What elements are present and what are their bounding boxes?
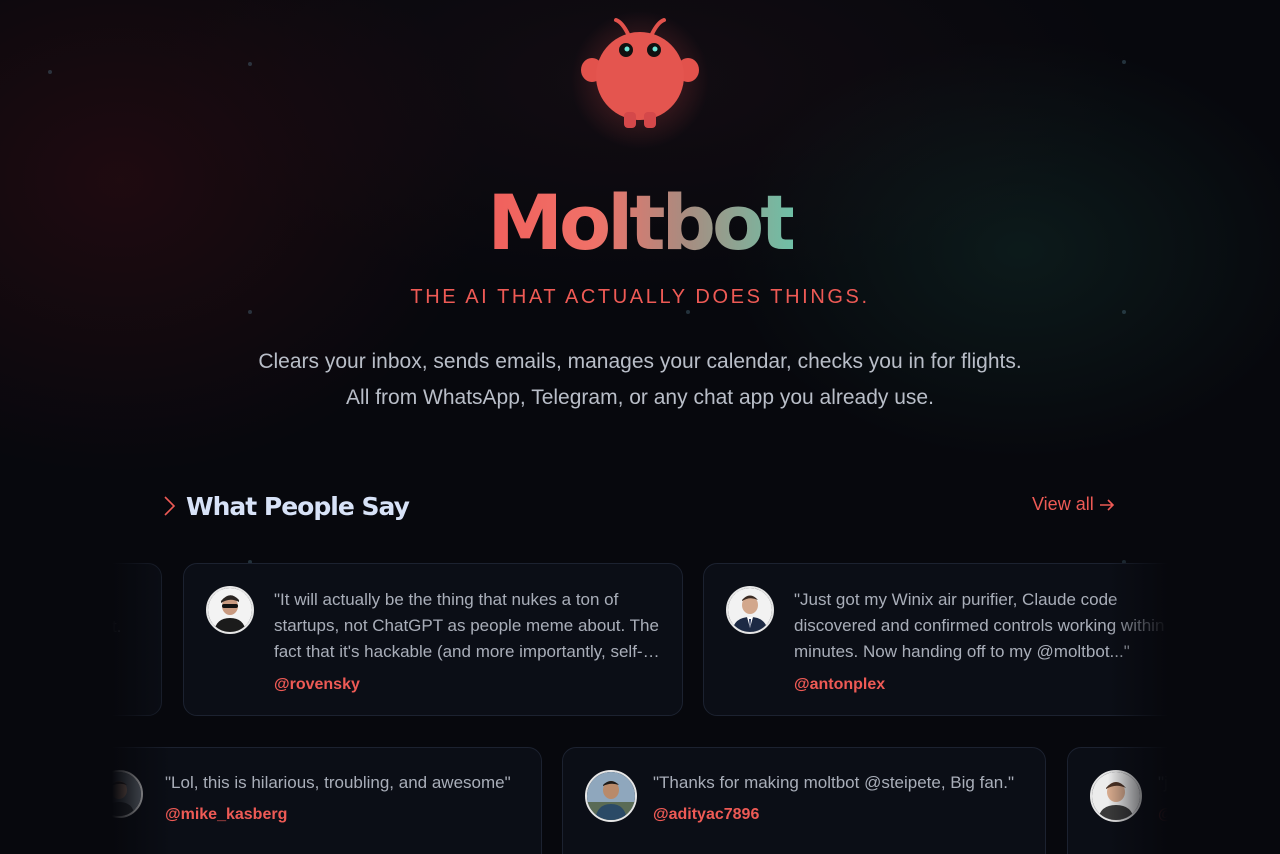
avatar: [112, 770, 143, 818]
testimonial-card[interactable]: "Just got my Winix air purifier, Claude …: [703, 563, 1168, 716]
testimonial-card[interactable]: "Lol, this is hilarious, troubling, and …: [112, 747, 542, 854]
testimonial-quote: "Thanks for making moltbot @steipete, Bi…: [653, 773, 1014, 792]
testimonials-header: What People Say: [160, 486, 410, 526]
grid-dot: [1122, 310, 1126, 314]
testimonial-card[interactable]: "Thanks for making moltbot @steipete, Bi…: [562, 747, 1046, 854]
testimonial-row: "Lol, this is hilarious, troubling, and …: [112, 744, 1168, 854]
view-all-link[interactable]: View all: [1032, 494, 1115, 515]
testimonial-handle[interactable]: @mike_kasberg: [165, 806, 287, 824]
mascot-logo-icon: [581, 18, 699, 128]
hero-description-line: All from WhatsApp, Telegram, or any chat…: [346, 386, 934, 409]
avatar: [585, 770, 637, 822]
avatar: [206, 586, 254, 634]
grid-dot: [1122, 60, 1126, 64]
testimonial-card[interactable]: ineat.r...: [112, 563, 162, 716]
testimonial-handle[interactable]: @antonplex: [794, 676, 885, 694]
brand-title: Moltbot: [487, 178, 796, 267]
testimonial-handle[interactable]: @rovensky: [274, 676, 360, 694]
grid-dot: [248, 310, 252, 314]
chevron-right-icon: [164, 496, 176, 516]
section-title: What People Say: [186, 491, 410, 521]
testimonial-handle[interactable]: @...: [1158, 806, 1168, 824]
testimonial-row: ineat.r... "It will actually be the thin…: [112, 560, 1168, 722]
grid-dot: [48, 70, 52, 74]
grid-dot: [248, 62, 252, 66]
avatar: [726, 586, 774, 634]
testimonial-card[interactable]: "ju... @...: [1067, 747, 1168, 854]
view-all-label: View all: [1032, 494, 1094, 514]
landing-page: Moltbot THE AI THAT ACTUALLY DOES THINGS…: [0, 0, 1280, 854]
testimonial-handle[interactable]: @adityac7896: [653, 806, 759, 824]
hero-description: Clears your inbox, sends emails, manages…: [0, 344, 1280, 416]
avatar: [1090, 770, 1142, 822]
tagline: THE AI THAT ACTUALLY DOES THINGS.: [410, 286, 870, 308]
testimonial-quote: "ju...: [1158, 773, 1168, 792]
testimonial-card[interactable]: "It will actually be the thing that nuke…: [183, 563, 683, 716]
testimonial-quote: "Just got my Winix air purifier, Claude …: [794, 590, 1165, 661]
testimonial-quote: "Lol, this is hilarious, troubling, and …: [165, 773, 511, 792]
arrow-right-icon: [1099, 498, 1114, 511]
testimonial-quote: "It will actually be the thing that nuke…: [274, 590, 659, 661]
hero-description-line: Clears your inbox, sends emails, manages…: [258, 350, 1022, 373]
testimonial-quote: ineat.r...: [112, 617, 122, 636]
grid-dot: [686, 310, 690, 314]
